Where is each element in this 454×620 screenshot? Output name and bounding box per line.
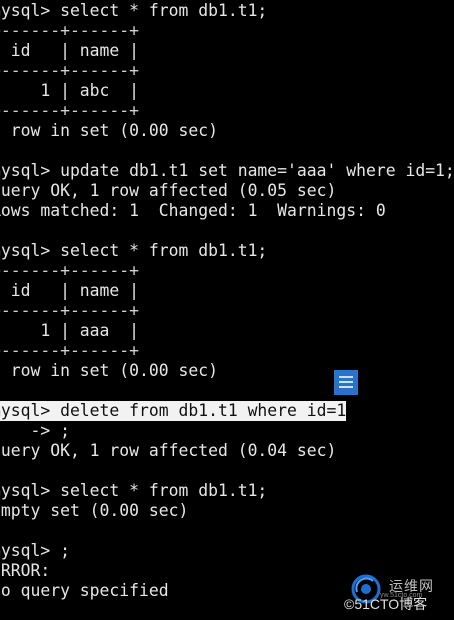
watermark: 运维网 yw.51cto.com ©51CTO博客 [340, 572, 454, 618]
table-border: +------+------+ [0, 301, 140, 320]
table-header: | id | name | [0, 41, 140, 60]
table-border: +------+------+ [0, 21, 140, 40]
table-border: +------+------+ [0, 261, 140, 280]
terminal-line-result: Empty set (0.00 sec) [0, 501, 189, 520]
terminal-line-error: No query specified [0, 581, 169, 600]
terminal-line-continuation: -> ; [30, 421, 70, 440]
table-header: | id | name | [0, 281, 140, 300]
terminal-line-result: 1 row in set (0.00 sec) [0, 361, 218, 380]
terminal-window[interactable]: mysql> select * from db1.t1; +------+---… [0, 0, 454, 620]
table-border: +------+------+ [0, 101, 140, 120]
terminal-line-prompt: mysql> ; [0, 541, 70, 560]
terminal-line-prompt: mysql> select * from db1.t1; [0, 1, 268, 20]
table-row: | 1 | aaa | [0, 321, 140, 340]
terminal-line-error: ERROR: [0, 561, 51, 580]
terminal-line-result: Query OK, 1 row affected (0.04 sec) [0, 441, 337, 460]
table-border: +------+------+ [0, 61, 140, 80]
terminal-line-result: Query OK, 1 row affected (0.05 sec) [0, 181, 337, 200]
terminal-line-result: 1 row in set (0.00 sec) [0, 121, 218, 140]
terminal-line-prompt: mysql> update db1.t1 set name='aaa' wher… [0, 161, 454, 180]
terminal-line-prompt: mysql> select * from db1.t1; [0, 241, 268, 260]
terminal-line-selected[interactable]: mysql> delete from db1.t1 where id=1 [0, 401, 347, 421]
table-border: +------+------+ [0, 341, 140, 360]
document-icon[interactable] [334, 370, 358, 395]
terminal-line-prompt: mysql> select * from db1.t1; [0, 481, 268, 500]
terminal-line-result: Rows matched: 1 Changed: 1 Warnings: 0 [0, 201, 386, 220]
watermark-copyright: ©51CTO博客 [344, 596, 428, 612]
table-row: | 1 | abc | [0, 81, 140, 100]
